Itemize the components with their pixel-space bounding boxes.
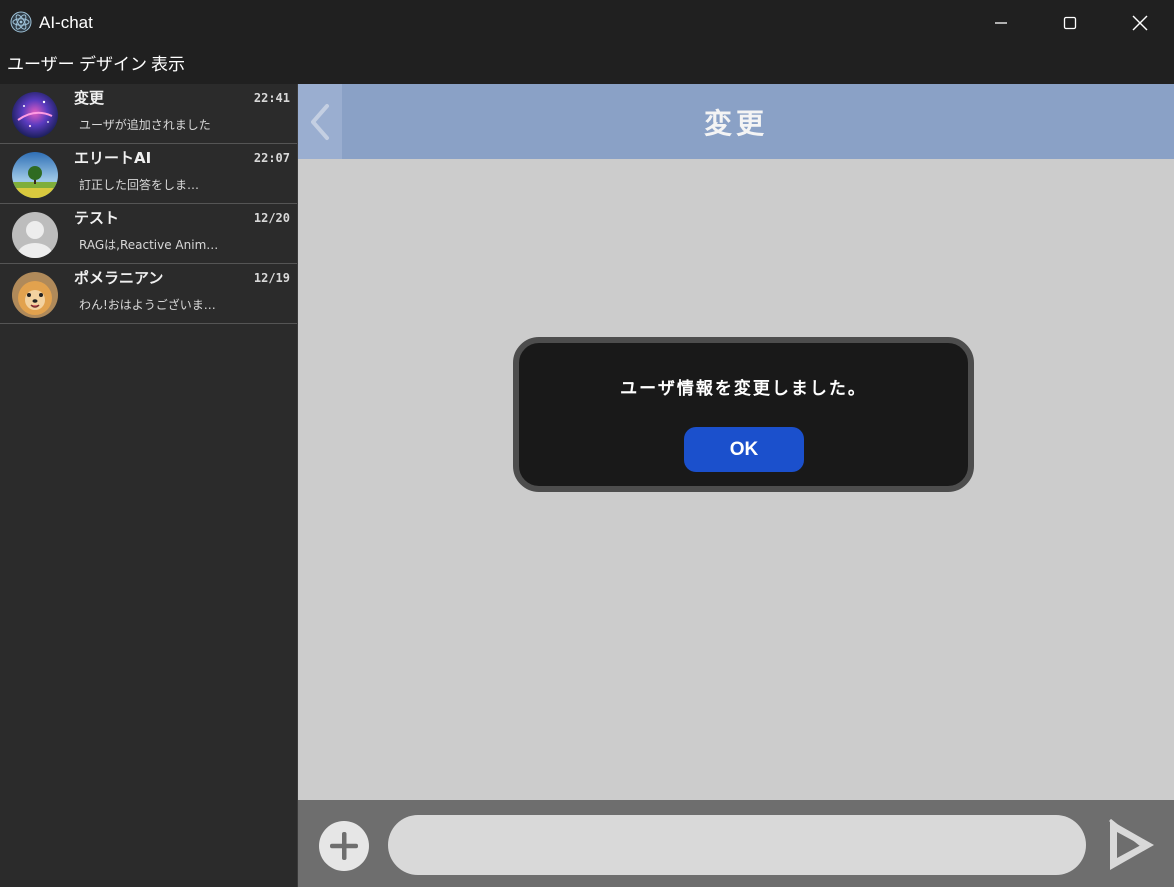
page-title: 変更 (703, 106, 768, 140)
chat-list-item[interactable]: 変更 22:41 ユーザが追加されました (0, 84, 297, 144)
dialog-message: ユーザ情報を変更しました。 (620, 379, 867, 399)
close-button[interactable] (1105, 0, 1174, 46)
message-input[interactable] (388, 815, 1086, 875)
attach-button[interactable] (318, 820, 370, 872)
minimize-icon (995, 22, 1007, 24)
menu-user[interactable]: ユーザー (7, 54, 75, 76)
chat-preview: ユーザが追加されました (79, 118, 211, 132)
chevron-left-icon (311, 103, 329, 140)
chat-name: テスト (74, 209, 120, 227)
chat-name: 変更 (74, 89, 105, 107)
send-button[interactable] (1104, 816, 1160, 874)
title-bar: AI-chat (0, 0, 1174, 46)
maximize-icon (1063, 16, 1077, 30)
tree-field-avatar (12, 152, 58, 198)
chat-time: 12/20 (253, 211, 290, 225)
maximize-button[interactable] (1035, 0, 1105, 46)
chat-list-item[interactable]: エリートAI 22:07 訂正した回答をしま… (0, 144, 297, 204)
chat-preview: RAGは,Reactive Anim… (79, 238, 219, 252)
window-title: AI-chat (39, 13, 93, 32)
close-icon (1132, 15, 1148, 31)
plus-circle-icon (319, 821, 369, 871)
message-input-bar (298, 800, 1174, 887)
menu-view[interactable]: 表示 (151, 54, 185, 76)
menu-bar: ユーザー デザイン 表示 (0, 46, 1174, 84)
default-person-avatar (12, 212, 58, 258)
chat-name: エリートAI (74, 149, 152, 167)
electron-atom-icon (10, 11, 32, 33)
galaxy-avatar (12, 92, 58, 138)
minimize-button[interactable] (966, 0, 1036, 46)
chat-time: 22:41 (253, 91, 290, 105)
chat-list-item[interactable]: ポメラニアン 12/19 わん!おはようございま… (0, 264, 297, 324)
ok-button[interactable]: OK (684, 427, 804, 472)
chat-time: 22:07 (253, 151, 290, 165)
chat-time: 12/19 (253, 271, 290, 285)
send-play-icon (1109, 818, 1154, 870)
chat-list-sidebar: 変更 22:41 ユーザが追加されました エリートAI 22:07 訂正した回答… (0, 84, 298, 887)
chat-name: ポメラニアン (74, 269, 164, 287)
menu-design[interactable]: デザイン (79, 54, 147, 76)
chat-list-item[interactable]: テスト 12/20 RAGは,Reactive Anim… (0, 204, 297, 264)
pomeranian-avatar (12, 272, 58, 318)
confirmation-dialog: ユーザ情報を変更しました。 OK (513, 337, 974, 492)
chat-preview: わん!おはようございま… (79, 298, 216, 312)
back-button[interactable] (298, 84, 342, 159)
app-window: AI-chat ユーザー デザイン 表示 変更 22:41 ユーザが追加されまし… (0, 0, 1174, 887)
chat-preview: 訂正した回答をしま… (79, 178, 200, 192)
chat-header: 変更 (298, 84, 1174, 159)
